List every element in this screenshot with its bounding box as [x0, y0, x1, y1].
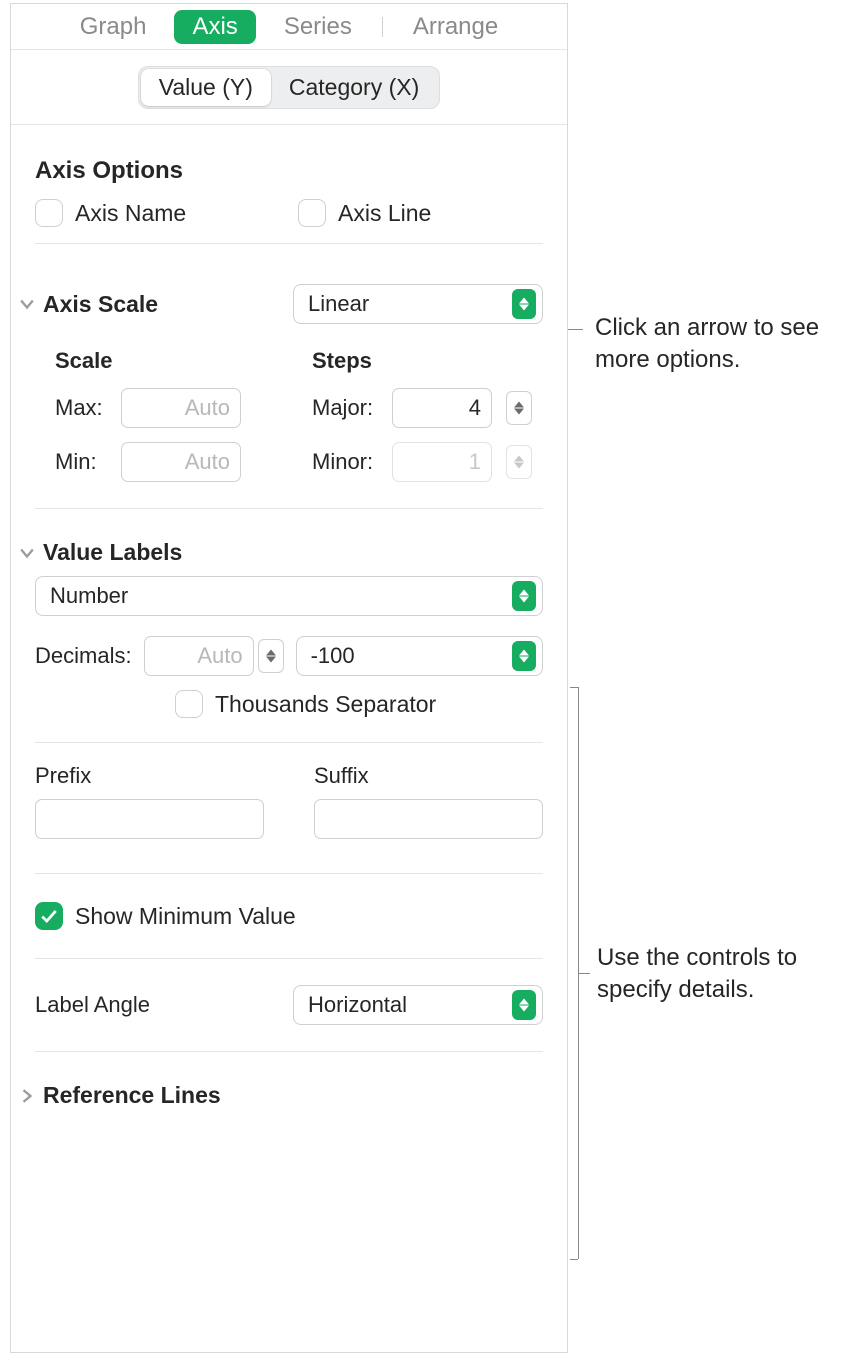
axis-scale-title: Axis Scale — [43, 291, 293, 318]
decimals-stepper[interactable] — [258, 639, 284, 673]
callout-1-text: Click an arrow to see more options. — [595, 312, 845, 377]
decimals-input[interactable]: Auto — [144, 636, 254, 676]
min-input[interactable]: Auto — [121, 442, 241, 482]
steps-col-label: Steps — [312, 348, 543, 380]
reference-lines-title: Reference Lines — [43, 1082, 553, 1109]
axis-scale-disclosure[interactable] — [17, 297, 37, 311]
minor-stepper[interactable] — [506, 445, 532, 479]
major-label: Major: — [312, 395, 382, 421]
format-panel: Graph Axis Series Arrange Value (Y) Cate… — [10, 3, 568, 1353]
prefix-label: Prefix — [35, 763, 264, 799]
tabbar-separator — [382, 17, 383, 37]
minor-input[interactable]: 1 — [392, 442, 492, 482]
axis-line-label: Axis Line — [338, 200, 431, 227]
popup-updown-icon — [512, 581, 536, 611]
major-stepper[interactable] — [506, 391, 532, 425]
checkmark-icon — [40, 907, 58, 925]
tab-graph[interactable]: Graph — [62, 10, 165, 44]
popup-updown-icon — [512, 641, 536, 671]
major-input[interactable]: 4 — [392, 388, 492, 428]
axis-name-checkbox[interactable] — [35, 199, 63, 227]
value-labels-format-popup[interactable]: Number — [35, 576, 543, 616]
label-angle-label: Label Angle — [35, 992, 273, 1018]
tab-axis[interactable]: Axis — [174, 10, 255, 44]
axis-line-checkbox[interactable] — [298, 199, 326, 227]
label-angle-popup[interactable]: Horizontal — [293, 985, 543, 1025]
axis-scale-popup[interactable]: Linear — [293, 284, 543, 324]
suffix-input[interactable] — [314, 799, 543, 839]
negative-format-popup[interactable]: -100 — [296, 636, 543, 676]
axis-segmented-bar: Value (Y) Category (X) — [11, 50, 567, 124]
scale-col-label: Scale — [55, 348, 286, 380]
callout-2-text: Use the controls to specify details. — [597, 942, 847, 1007]
thousands-checkbox[interactable] — [175, 690, 203, 718]
popup-updown-icon — [512, 990, 536, 1020]
reference-lines-disclosure[interactable] — [17, 1089, 37, 1103]
format-tabbar: Graph Axis Series Arrange — [11, 4, 567, 50]
axis-options-title: Axis Options — [35, 157, 543, 199]
minor-label: Minor: — [312, 449, 382, 475]
axis-name-checkbox-row: Axis Name — [35, 199, 280, 227]
popup-updown-icon — [512, 289, 536, 319]
prefix-input[interactable] — [35, 799, 264, 839]
chevron-down-icon — [20, 297, 34, 311]
max-input[interactable]: Auto — [121, 388, 241, 428]
max-label: Max: — [55, 395, 111, 421]
axis-name-label: Axis Name — [75, 200, 186, 227]
thousands-label: Thousands Separator — [215, 691, 436, 718]
value-labels-title: Value Labels — [43, 539, 553, 566]
segment-value-y[interactable]: Value (Y) — [141, 69, 271, 106]
chevron-right-icon — [20, 1089, 34, 1103]
decimals-label: Decimals: — [35, 643, 132, 669]
show-min-value-checkbox[interactable] — [35, 902, 63, 930]
tab-series[interactable]: Series — [266, 10, 370, 44]
chevron-down-icon — [20, 546, 34, 560]
value-labels-disclosure[interactable] — [17, 546, 37, 560]
axis-line-checkbox-row: Axis Line — [298, 199, 543, 227]
suffix-label: Suffix — [314, 763, 543, 799]
segment-category-x[interactable]: Category (X) — [271, 69, 437, 106]
min-label: Min: — [55, 449, 111, 475]
show-min-value-label: Show Minimum Value — [75, 903, 296, 930]
tab-arrange[interactable]: Arrange — [395, 10, 516, 44]
